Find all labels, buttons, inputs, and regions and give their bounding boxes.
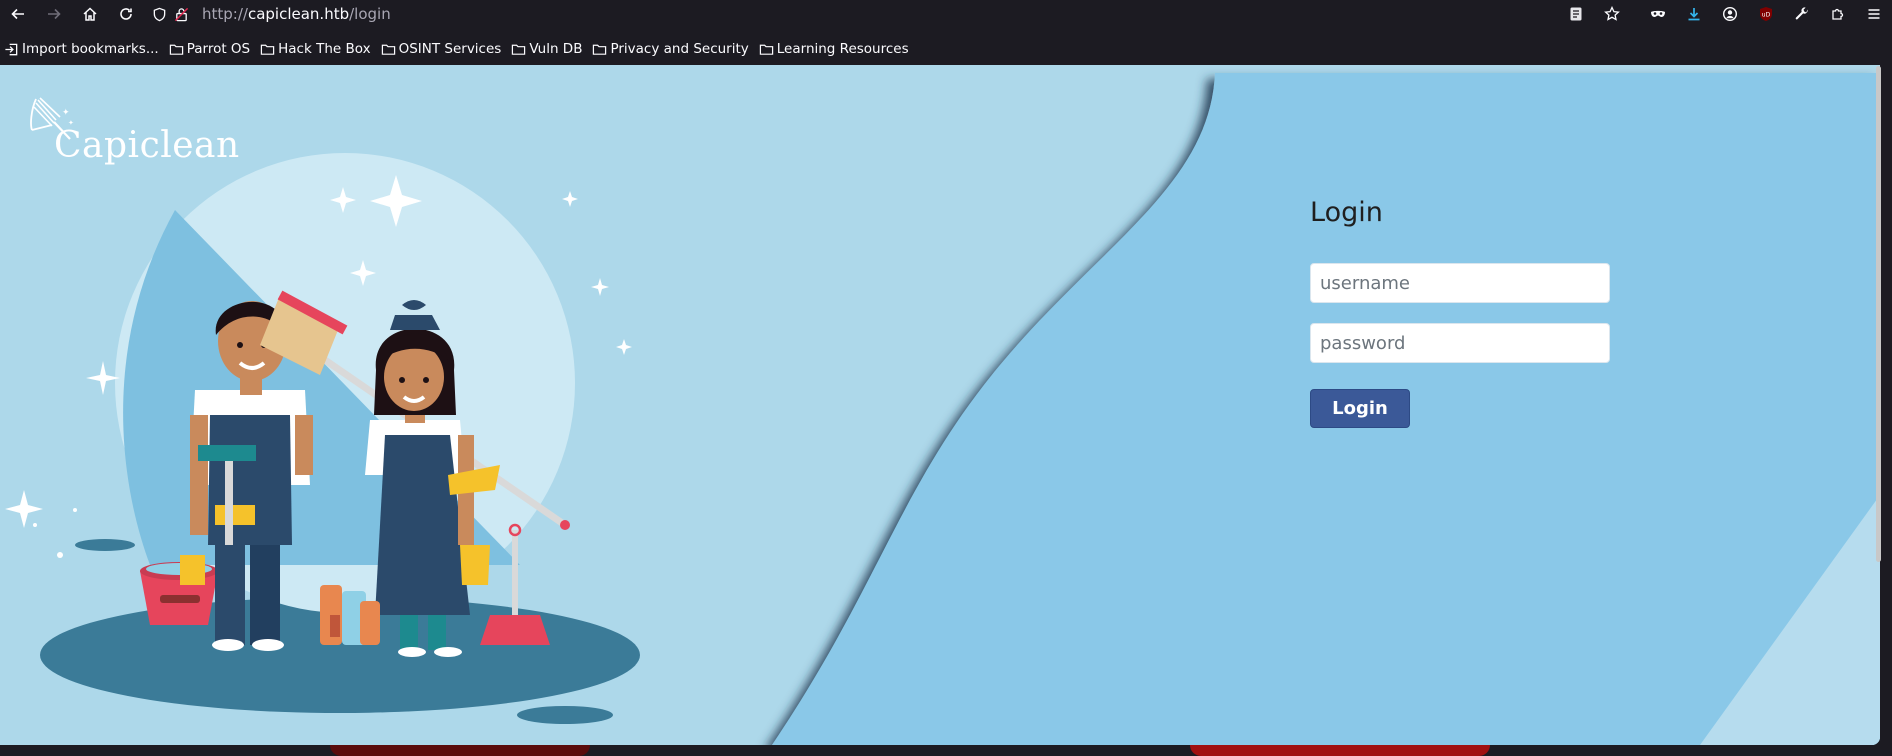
wallpaper-shape — [1190, 745, 1490, 756]
ublock-origin-icon: uD — [1760, 7, 1772, 21]
folder-icon — [381, 44, 395, 55]
arrow-left-icon — [11, 8, 24, 20]
username-input[interactable] — [1310, 263, 1610, 303]
tools-button[interactable] — [1784, 0, 1820, 28]
bookmark-label: OSINT Services — [398, 41, 502, 57]
bookmark-folder-hack-the-box[interactable]: Hack The Box — [256, 36, 376, 62]
home-button[interactable] — [72, 0, 108, 28]
password-input[interactable] — [1310, 323, 1610, 363]
unlocked-icon — [174, 7, 188, 21]
toolbar-right: uD — [1558, 0, 1892, 28]
reader-view-button[interactable] — [1558, 0, 1594, 28]
mask-icon — [1651, 10, 1665, 17]
folder-icon — [759, 44, 773, 55]
bookmark-label: Hack The Box — [278, 41, 371, 57]
account-icon — [1722, 6, 1738, 22]
puzzle-icon — [1832, 8, 1844, 20]
login-title: Login — [1310, 197, 1383, 228]
reload-icon — [120, 8, 132, 20]
url-scheme: http:// — [202, 5, 248, 23]
insecure-connection-button[interactable] — [170, 0, 192, 28]
bookmark-label: Learning Resources — [776, 41, 909, 57]
import-icon — [5, 43, 18, 55]
tracking-protection-button[interactable] — [148, 0, 170, 28]
url-host: capiclean.htb — [247, 5, 350, 23]
url-text[interactable]: http://capiclean.htb/login — [202, 5, 391, 23]
account-button[interactable] — [1712, 0, 1748, 28]
bookmark-folder-learning-resources[interactable]: Learning Resources — [755, 36, 915, 62]
bookmark-star-button[interactable] — [1594, 0, 1630, 28]
wrench-icon — [1795, 7, 1808, 20]
shield-icon — [153, 7, 165, 21]
wallpaper-shape — [330, 745, 590, 756]
app-menu-button[interactable] — [1856, 0, 1892, 28]
bookmark-folder-osint-services[interactable]: OSINT Services — [377, 36, 508, 62]
reader-view-icon — [1570, 7, 1582, 21]
folder-icon — [512, 44, 526, 55]
url-path: /login — [349, 5, 391, 23]
folder-icon — [260, 44, 275, 55]
bookmark-label: Parrot OS — [186, 41, 251, 57]
svg-text:uD: uD — [1762, 12, 1771, 19]
reload-button[interactable] — [108, 0, 144, 28]
cleaners-illustration — [5, 153, 640, 724]
bookmarks-toolbar: Import bookmarks... Parrot OS Hack The B… — [0, 36, 1892, 62]
bookmark-folder-parrot-os[interactable]: Parrot OS — [165, 36, 256, 62]
bookmark-folder-vuln-db[interactable]: Vuln DB — [507, 36, 588, 62]
ublock-button[interactable]: uD — [1748, 0, 1784, 28]
folder-icon — [593, 44, 607, 55]
private-browsing-button[interactable] — [1640, 0, 1676, 28]
hamburger-menu-icon — [1868, 9, 1880, 19]
star-icon — [1604, 6, 1620, 21]
svg-text:✦: ✦ — [62, 108, 70, 118]
downloads-button[interactable] — [1676, 0, 1712, 28]
bookmark-label: Vuln DB — [529, 41, 583, 57]
url-bar[interactable]: http://capiclean.htb/login — [148, 0, 1568, 28]
bookmark-folder-privacy-and-security[interactable]: Privacy and Security — [588, 36, 754, 62]
login-button[interactable]: Login — [1310, 389, 1410, 428]
bookmark-label: Privacy and Security — [610, 41, 749, 57]
home-icon — [83, 7, 97, 21]
page-scrollbar[interactable] — [1876, 66, 1881, 562]
bookmark-import[interactable]: Import bookmarks... — [0, 36, 165, 62]
folder-icon — [169, 44, 183, 55]
back-button[interactable] — [0, 0, 36, 28]
download-icon — [1688, 8, 1700, 21]
page-viewport: ✦ ✦ Capiclean Login username Login — [0, 65, 1880, 745]
arrow-right-icon — [48, 8, 61, 20]
forward-button[interactable] — [36, 0, 72, 28]
desktop-background — [0, 745, 1892, 756]
bookmark-label: Import bookmarks... — [22, 41, 159, 57]
extensions-button[interactable] — [1820, 0, 1856, 28]
